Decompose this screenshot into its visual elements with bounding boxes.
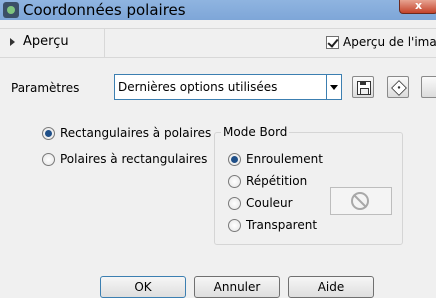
radio-rect-to-polar[interactable]: [42, 127, 55, 140]
radio-polar-to-rect[interactable]: [42, 153, 55, 166]
preview-toggle[interactable]: Aperçu: [6, 33, 69, 53]
app-icon: [3, 2, 19, 18]
edge-color-swatch[interactable]: [330, 187, 392, 215]
preview-image-checkbox[interactable]: [326, 36, 339, 49]
radio-wrap[interactable]: [228, 153, 241, 166]
title-bar: Coordonnées polaires x: [0, 0, 436, 20]
radio-transparent[interactable]: [228, 219, 241, 232]
radio-repeat-label: Répétition: [246, 174, 308, 188]
radio-transparent-label: Transparent: [246, 218, 318, 232]
floppy-disk-icon: [357, 81, 371, 95]
reset-button[interactable]: [421, 76, 436, 98]
randomize-button[interactable]: [387, 76, 409, 98]
dice-icon: [391, 80, 407, 96]
radio-wrap-label: Enroulement: [246, 152, 323, 166]
help-button[interactable]: Aide: [288, 276, 374, 298]
preview-bar: Aperçu Aperçu de l'imag: [0, 28, 436, 58]
preview-toggle-label: Aperçu: [23, 34, 69, 49]
ok-button[interactable]: OK: [100, 276, 186, 298]
edge-mode-title: Mode Bord: [221, 125, 290, 139]
radio-polar-to-rect-label: Polaires à rectangulaires: [60, 152, 208, 166]
radio-rect-to-polar-label: Rectangulaires à polaires: [60, 126, 212, 140]
preset-dropdown-value: Dernières options utilisées: [118, 80, 278, 94]
save-preset-button[interactable]: [352, 76, 374, 98]
radio-repeat[interactable]: [228, 175, 241, 188]
preset-dropdown[interactable]: Dernières options utilisées: [114, 74, 342, 100]
settings-label: Paramètres: [11, 81, 80, 95]
divider: [104, 29, 105, 57]
radio-color-label: Couleur: [246, 196, 293, 210]
preview-image-label: Aperçu de l'imag: [343, 35, 436, 49]
disabled-icon: [351, 192, 369, 210]
window-title: Coordonnées polaires: [23, 1, 186, 19]
chevron-down-icon[interactable]: [326, 75, 341, 99]
close-button[interactable]: x: [399, 0, 436, 14]
radio-color[interactable]: [228, 197, 241, 210]
expand-arrow-icon: [10, 38, 15, 46]
cancel-button[interactable]: Annuler: [194, 276, 280, 298]
